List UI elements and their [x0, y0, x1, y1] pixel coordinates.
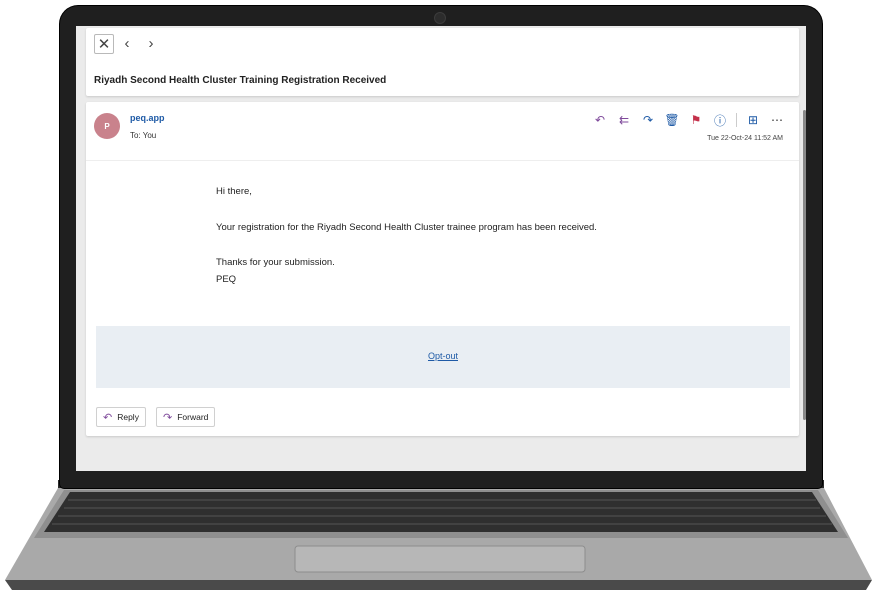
- trash-icon[interactable]: 🗑: [664, 112, 680, 128]
- reply-button[interactable]: ↶ Reply: [96, 407, 146, 427]
- chevron-right-icon[interactable]: ›: [142, 34, 160, 52]
- chevron-left-icon[interactable]: ‹: [118, 34, 136, 52]
- sender-name[interactable]: peq.app: [130, 113, 165, 123]
- more-options-icon[interactable]: ⋯: [769, 112, 785, 128]
- close-icon[interactable]: ✕: [94, 34, 114, 54]
- email-reader: ✕ ‹ › Riyadh Second Health Cluster Train…: [76, 26, 806, 471]
- footer-band: Opt-out: [96, 326, 790, 388]
- email-subject: Riyadh Second Health Cluster Training Re…: [94, 75, 387, 86]
- message-header: ✕ ‹ › Riyadh Second Health Cluster Train…: [86, 28, 799, 96]
- reply-label: Reply: [117, 412, 139, 422]
- message-actions: ↶ ⇇ ↷ 🗑 ⚑ ⓘ ⊞ ⋯: [592, 112, 785, 128]
- message-timestamp: Tue 22-Oct-24 11:52 AM: [707, 135, 783, 142]
- thanks-line: Thanks for your submission.: [216, 257, 335, 268]
- flag-icon[interactable]: ⚑: [688, 112, 704, 128]
- body-paragraph: Your registration for the Riyadh Second …: [216, 222, 597, 233]
- header-divider: [86, 160, 799, 161]
- avatar: P: [94, 113, 120, 139]
- forward-button[interactable]: ↷ Forward: [156, 407, 216, 427]
- reply-icon[interactable]: ↶: [592, 112, 608, 128]
- apps-grid-icon[interactable]: ⊞: [745, 112, 761, 128]
- scrollbar[interactable]: [803, 110, 806, 420]
- opt-out-link[interactable]: Opt-out: [96, 351, 790, 361]
- recipient-line: To: You: [130, 131, 157, 140]
- signature: PEQ: [216, 274, 237, 285]
- info-icon[interactable]: ⓘ: [712, 112, 728, 128]
- toolbar-divider: [736, 113, 737, 127]
- reply-all-icon[interactable]: ⇇: [616, 112, 632, 128]
- forward-label: Forward: [177, 412, 209, 422]
- forward-icon: ↷: [163, 411, 173, 424]
- forward-icon[interactable]: ↷: [640, 112, 656, 128]
- greeting: Hi there,: [216, 186, 252, 197]
- message-card: P peq.app To: You ↶ ⇇ ↷ 🗑 ⚑ ⓘ ⊞ ⋯ Tue 22…: [86, 102, 799, 436]
- reply-icon: ↶: [103, 411, 113, 424]
- webcam: [434, 12, 446, 24]
